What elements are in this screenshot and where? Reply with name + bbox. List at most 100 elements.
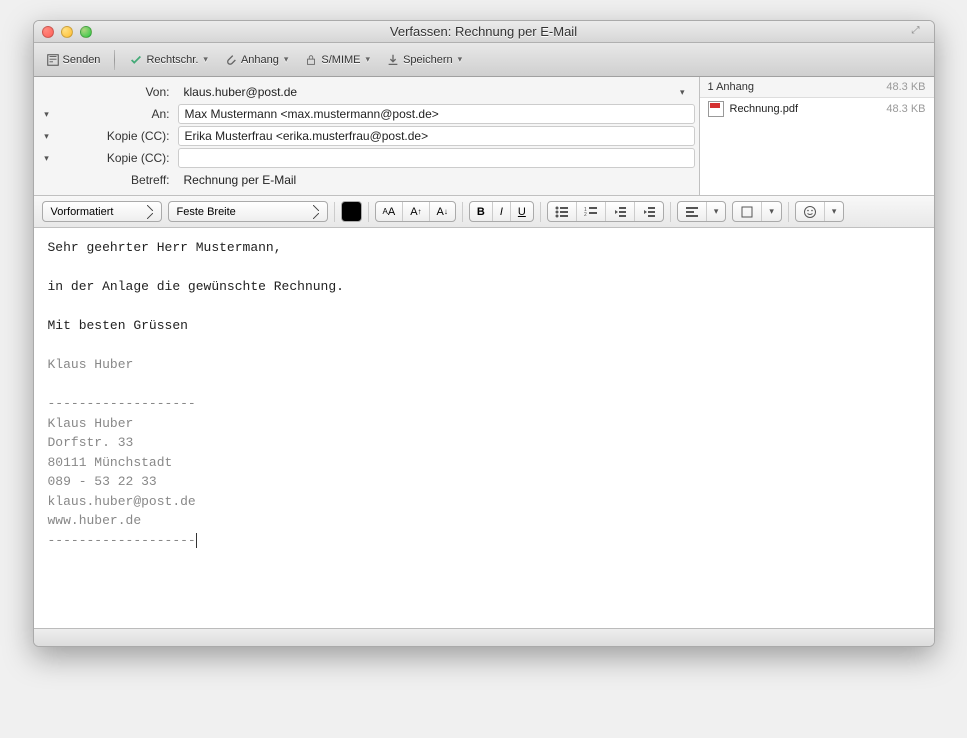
separator (462, 202, 463, 222)
bold-button[interactable]: B (470, 202, 493, 221)
subject-row: Betreff: Rechnung per E-Mail (34, 169, 699, 191)
titlebar: Verfassen: Rechnung per E-Mail ⤢ (34, 21, 934, 43)
headers-area: Von: klaus.huber@post.de ▾ ▾ An: Max Mus… (34, 77, 934, 196)
signature-fullname: Klaus Huber (48, 416, 134, 431)
separator (540, 202, 541, 222)
attach-button[interactable]: Anhang ▾ (218, 50, 294, 70)
spellcheck-button[interactable]: Rechtschr. ▾ (123, 50, 214, 70)
signature-name: Klaus Huber (48, 357, 134, 372)
smime-label: S/MIME (321, 54, 360, 66)
subject-input[interactable]: Rechnung per E-Mail (178, 170, 695, 190)
save-icon (386, 53, 400, 67)
cc2-label: Kopie (CC): (56, 151, 178, 165)
signature-phone: 089 - 53 22 33 (48, 474, 157, 489)
spellcheck-label: Rechtschr. (146, 54, 198, 66)
insert-group: ▾ (732, 201, 782, 222)
signature-sep2: ------------------- (48, 533, 196, 548)
attachments-total-size: 48.3 KB (886, 81, 925, 93)
paperclip-icon (224, 53, 238, 67)
to-label: An: (56, 107, 178, 121)
attachment-size: 48.3 KB (886, 103, 925, 115)
compose-window: Verfassen: Rechnung per E-Mail ⤢ Senden … (33, 20, 935, 647)
to-value: Max Mustermann <max.mustermann@post.de> (185, 107, 439, 121)
attachment-item[interactable]: Rechnung.pdf 48.3 KB (700, 98, 934, 120)
cc-row: ▾ Kopie (CC): Erika Musterfrau <erika.mu… (34, 125, 699, 147)
message-body[interactable]: Sehr geehrter Herr Mustermann, in der An… (34, 228, 934, 628)
attachment-name: Rechnung.pdf (730, 103, 881, 115)
increase-size-button[interactable]: A↑ (403, 202, 429, 221)
from-row: Von: klaus.huber@post.de ▾ (34, 81, 699, 103)
signature-sep: ------------------- (48, 396, 196, 411)
header-fields: Von: klaus.huber@post.de ▾ ▾ An: Max Mus… (34, 77, 699, 195)
bullet-list-icon (555, 206, 569, 218)
smime-button[interactable]: S/MIME ▾ (298, 50, 376, 70)
separator (368, 202, 369, 222)
check-icon (129, 53, 143, 67)
align-button[interactable] (678, 202, 707, 221)
reset-size-button[interactable]: A↓ (430, 202, 455, 221)
cc-label: Kopie (CC): (56, 129, 178, 143)
expand-to-icon[interactable]: ▾ (38, 109, 56, 120)
separator (788, 202, 789, 222)
font-family-select[interactable]: Feste Breite (168, 201, 328, 222)
cc-input[interactable]: Erika Musterfrau <erika.musterfrau@post.… (178, 126, 695, 146)
subject-value: Rechnung per E-Mail (184, 173, 297, 187)
body-closing: Mit besten Grüssen (48, 318, 188, 333)
cc-value: Erika Musterfrau <erika.musterfrau@post.… (185, 129, 429, 143)
send-button[interactable]: Senden (40, 50, 107, 70)
page-icon (740, 206, 754, 218)
toolbar-separator (114, 50, 115, 70)
underline-button[interactable]: U (511, 202, 533, 221)
chevron-down-icon[interactable]: ▾ (458, 54, 463, 65)
insert-dropdown[interactable]: ▾ (762, 202, 781, 221)
chevron-down-icon[interactable]: ▾ (203, 54, 208, 65)
emoji-group: ▾ (795, 201, 845, 222)
cc2-input[interactable] (178, 148, 695, 168)
text-color-button[interactable] (341, 201, 362, 222)
emoji-dropdown[interactable]: ▾ (825, 202, 844, 221)
send-label: Senden (63, 54, 101, 66)
emoji-button[interactable] (796, 202, 825, 221)
from-select[interactable]: klaus.huber@post.de ▾ (178, 82, 695, 102)
outdent-button[interactable] (606, 202, 635, 221)
to-row: ▾ An: Max Mustermann <max.mustermann@pos… (34, 103, 699, 125)
save-label: Speichern (403, 54, 453, 66)
italic-button[interactable]: I (493, 202, 511, 221)
chevron-down-icon: ▾ (714, 206, 719, 217)
list-group: 12 (547, 201, 664, 222)
indent-icon (642, 206, 656, 218)
attach-label: Anhang (241, 54, 279, 66)
smiley-icon (803, 205, 817, 219)
insert-button[interactable] (733, 202, 762, 221)
attachments-header: 1 Anhang 48.3 KB (700, 77, 934, 98)
font-family-value: Feste Breite (177, 206, 236, 218)
chevron-down-icon[interactable]: ▾ (284, 54, 289, 65)
expand-cc-icon[interactable]: ▾ (38, 131, 56, 142)
from-value: klaus.huber@post.de (184, 85, 298, 99)
align-dropdown[interactable]: ▾ (707, 202, 726, 221)
body-greeting: Sehr geehrter Herr Mustermann, (48, 240, 282, 255)
indent-button[interactable] (635, 202, 663, 221)
from-label: Von: (56, 85, 178, 99)
bullet-list-button[interactable] (548, 202, 577, 221)
separator (334, 202, 335, 222)
expand-cc2-icon[interactable]: ▾ (38, 153, 56, 164)
decrease-size-button[interactable]: AA (376, 202, 404, 221)
save-button[interactable]: Speichern ▾ (380, 50, 468, 70)
send-icon (46, 53, 60, 67)
numbered-list-button[interactable]: 12 (577, 202, 606, 221)
chevron-down-icon[interactable]: ▾ (366, 54, 371, 65)
attachments-count: 1 Anhang (708, 81, 755, 93)
text-style-group: B I U (469, 201, 534, 222)
signature-city: 80111 Münchstadt (48, 455, 173, 470)
attachments-panel: 1 Anhang 48.3 KB Rechnung.pdf 48.3 KB (699, 77, 934, 195)
signature-email: klaus.huber@post.de (48, 494, 196, 509)
body-line1: in der Anlage die gewünschte Rechnung. (48, 279, 344, 294)
chevron-down-icon: ▾ (832, 206, 837, 217)
paragraph-style-select[interactable]: Vorformatiert (42, 201, 162, 222)
toolbar: Senden Rechtschr. ▾ Anhang ▾ S/MIME ▾ (34, 43, 934, 77)
outdent-icon (613, 206, 627, 218)
to-input[interactable]: Max Mustermann <max.mustermann@post.de> (178, 104, 695, 124)
paragraph-style-value: Vorformatiert (51, 206, 114, 218)
chevron-down-icon: ▾ (680, 87, 685, 98)
